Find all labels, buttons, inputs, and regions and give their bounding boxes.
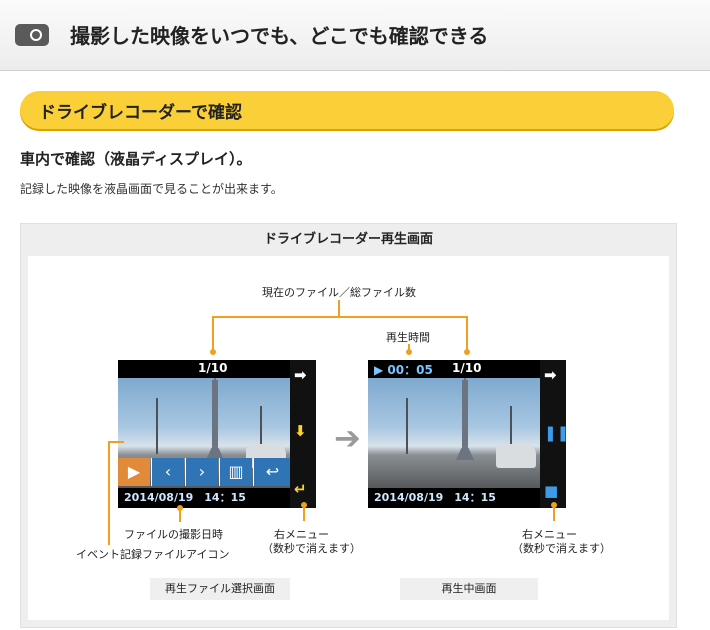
section-banner: ドライブレコーダーで確認 xyxy=(20,91,674,129)
section-subtitle: 車内で確認（液晶ディスプレイ）。 xyxy=(20,150,252,168)
right-file-counter: 1/10 xyxy=(452,361,482,375)
callout-dot xyxy=(464,349,470,355)
page-title: 撮影した映像をいつでも、どこでも確認できる xyxy=(70,24,489,48)
tower xyxy=(212,380,218,458)
banner-title: ドライブレコーダーで確認 xyxy=(39,103,242,123)
section-description: 記録した映像を液晶画面で見ることが出来ます。 xyxy=(20,182,283,196)
right-right-menu: ➡ ❚❚ ■ xyxy=(540,360,569,508)
tower xyxy=(462,380,468,458)
callout-dot xyxy=(301,502,307,508)
right-play-time: ▶ 00：05 xyxy=(374,363,433,377)
road-photo xyxy=(368,378,540,488)
back-button[interactable]: ↩ xyxy=(253,458,291,486)
down-arrow-icon[interactable]: ⬇ xyxy=(294,422,307,440)
right-screen-top-bar: ▶ 00：05 1/10 xyxy=(368,360,540,378)
callout-dot xyxy=(210,349,216,355)
callout-right-menu-left-note: （数秒で消えます） xyxy=(262,542,361,555)
callout-line xyxy=(212,316,214,352)
prev-button[interactable]: ‹ xyxy=(151,458,184,486)
play-button[interactable]: ▶ xyxy=(118,458,150,486)
callout-dot xyxy=(177,505,183,511)
caption-file-select: 再生ファイル選択画面 xyxy=(150,578,290,600)
enter-icon[interactable]: ↵ xyxy=(294,480,307,498)
callout-line xyxy=(108,441,124,443)
callout-shoot-datetime: ファイルの撮影日時 xyxy=(124,528,223,541)
panel-title: ドライブレコーダー再生画面 xyxy=(263,232,433,247)
callout-line xyxy=(108,441,110,545)
left-file-counter: 1/10 xyxy=(198,361,228,375)
callout-right-menu-right-note: （数秒で消えます） xyxy=(512,542,611,555)
right-screen: ▶ 00：05 1/10 2014/08/19 14：15 ➡ ❚❚ ■ xyxy=(368,360,569,508)
playback-panel: ドライブレコーダー再生画面 現在のファイル／総ファイル数 再生時間 1/10 ▶… xyxy=(20,223,677,628)
callout-dot xyxy=(406,349,412,355)
next-button[interactable]: › xyxy=(185,458,218,486)
left-screen-top-bar: 1/10 xyxy=(118,360,290,378)
callout-line xyxy=(466,316,468,352)
delete-button[interactable]: ▥ xyxy=(219,458,252,486)
caption-playing: 再生中画面 xyxy=(400,578,538,600)
transition-arrow-icon: ➔ xyxy=(334,419,361,457)
exit-icon[interactable]: ➡ xyxy=(294,366,307,384)
control-bar: ▶ ‹ › ▥ ↩ xyxy=(118,458,291,486)
callout-dot xyxy=(551,502,557,508)
left-screen-bottom-bar: 2014/08/19 14：15 xyxy=(118,488,290,508)
stop-icon[interactable]: ■ xyxy=(544,482,558,500)
left-datetime: 2014/08/19 14：15 xyxy=(124,491,246,504)
exit-icon[interactable]: ➡ xyxy=(544,366,557,384)
callout-line xyxy=(212,316,468,318)
panel-body: 現在のファイル／総ファイル数 再生時間 1/10 ! xyxy=(28,256,669,620)
right-screen-bottom-bar: 2014/08/19 14：15 xyxy=(368,488,540,508)
camera-icon xyxy=(15,24,49,46)
page-header: 撮影した映像をいつでも、どこでも確認できる xyxy=(0,0,710,71)
pause-icon[interactable]: ❚❚ xyxy=(544,424,569,442)
callout-line xyxy=(338,300,340,316)
left-screen: 1/10 ! ▶ ‹ › ▥ ↩ 2014/08/19 14：15 xyxy=(118,360,316,508)
callout-file-count: 現在のファイル／総ファイル数 xyxy=(262,286,416,299)
car xyxy=(496,444,536,468)
callout-play-time: 再生時間 xyxy=(386,331,430,344)
callout-event-icon: イベント記録ファイルアイコン xyxy=(76,548,230,561)
left-right-menu: ➡ ⬇ ↵ xyxy=(290,360,316,508)
right-datetime: 2014/08/19 14：15 xyxy=(374,491,496,504)
